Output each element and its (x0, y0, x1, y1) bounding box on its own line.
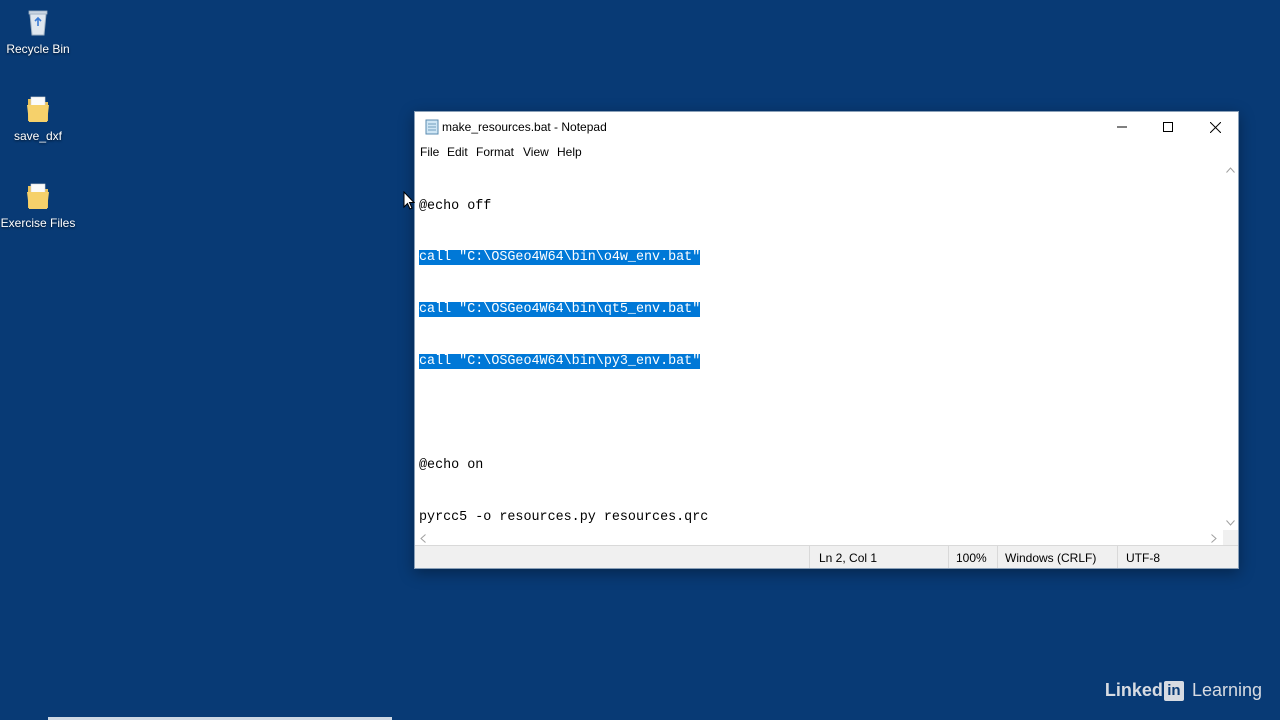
editor-line: @echo off (419, 198, 708, 215)
watermark-linked: Linked (1104, 680, 1163, 700)
folder-icon (27, 183, 49, 209)
scroll-right-arrow-icon[interactable] (1211, 534, 1217, 543)
selected-line-text: call "C:\OSGeo4W64\bin\py3_env.bat" (419, 354, 701, 370)
notepad-window: make_resources.bat - Notepad File Edit F… (414, 111, 1239, 569)
minimize-button[interactable] (1099, 112, 1145, 142)
desktop-icon-recycle-bin[interactable]: Recycle Bin (0, 6, 76, 56)
desktop-icon-label: Exercise Files (0, 216, 76, 230)
desktop-icon-exercise-files[interactable]: Exercise Files (0, 180, 76, 230)
status-separator (948, 546, 949, 568)
notepad-icon (425, 119, 439, 135)
close-icon (1209, 121, 1221, 133)
desktop-icon-save-dxf[interactable]: save_dxf (0, 93, 76, 143)
line-text: pyrcc5 -o resources.py resources.qrc (419, 509, 709, 525)
status-line-ending: Windows (CRLF) (1005, 551, 1097, 565)
desktop-icon-label: save_dxf (13, 129, 63, 143)
window-title: make_resources.bat - Notepad (442, 120, 607, 134)
title-bar[interactable]: make_resources.bat - Notepad (415, 112, 1238, 142)
watermark-in-logo: in (1163, 680, 1184, 701)
status-encoding: UTF-8 (1126, 551, 1160, 565)
menu-edit[interactable]: Edit (447, 145, 468, 159)
close-button[interactable] (1192, 112, 1238, 142)
editor-line: call "C:\OSGeo4W64\bin\o4w_env.bat" (419, 249, 708, 266)
line-text: @echo on (419, 458, 484, 474)
horizontal-scrollbar[interactable] (415, 530, 1224, 546)
scroll-up-arrow-icon[interactable] (1226, 167, 1235, 173)
scroll-left-arrow-icon[interactable] (420, 534, 426, 543)
scrollbar-corner (1223, 530, 1238, 546)
selected-line-text: call "C:\OSGeo4W64\bin\o4w_env.bat" (419, 250, 701, 266)
menu-file[interactable]: File (420, 145, 439, 159)
recycle-bin-icon (28, 10, 48, 36)
text-editor[interactable]: @echo off call "C:\OSGeo4W64\bin\o4w_env… (415, 161, 1224, 530)
editor-line: call "C:\OSGeo4W64\bin\qt5_env.bat" (419, 301, 708, 318)
status-position: Ln 2, Col 1 (819, 551, 878, 565)
minimize-icon (1117, 126, 1127, 128)
linkedin-learning-watermark: Linked in Learning (1105, 680, 1262, 701)
vertical-scrollbar[interactable] (1223, 161, 1238, 530)
line-text: @echo off (419, 198, 492, 214)
status-separator (1117, 546, 1118, 568)
menu-format[interactable]: Format (476, 145, 514, 159)
scroll-down-arrow-icon[interactable] (1226, 520, 1235, 526)
editor-line: call "C:\OSGeo4W64\bin\py3_env.bat" (419, 353, 708, 370)
status-zoom: 100% (956, 551, 987, 565)
desktop-icon-label: Recycle Bin (6, 42, 70, 56)
maximize-icon (1163, 122, 1173, 132)
status-separator (809, 546, 810, 568)
menu-view[interactable]: View (523, 145, 549, 159)
watermark-learning: Learning (1191, 680, 1262, 700)
editor-line: pyrcc5 -o resources.py resources.qrc (419, 509, 708, 526)
menu-bar: File Edit Format View Help (415, 142, 1238, 161)
status-separator (997, 546, 998, 568)
selected-line-text: call "C:\OSGeo4W64\bin\qt5_env.bat" (419, 302, 701, 318)
editor-line: @echo on (419, 457, 708, 474)
folder-icon (27, 96, 49, 122)
mouse-pointer-icon (403, 191, 415, 210)
maximize-button[interactable] (1145, 112, 1191, 142)
status-bar: Ln 2, Col 1 100% Windows (CRLF) UTF-8 (415, 545, 1238, 568)
menu-help[interactable]: Help (557, 145, 582, 159)
editor-content: @echo off call "C:\OSGeo4W64\bin\o4w_env… (419, 163, 708, 530)
